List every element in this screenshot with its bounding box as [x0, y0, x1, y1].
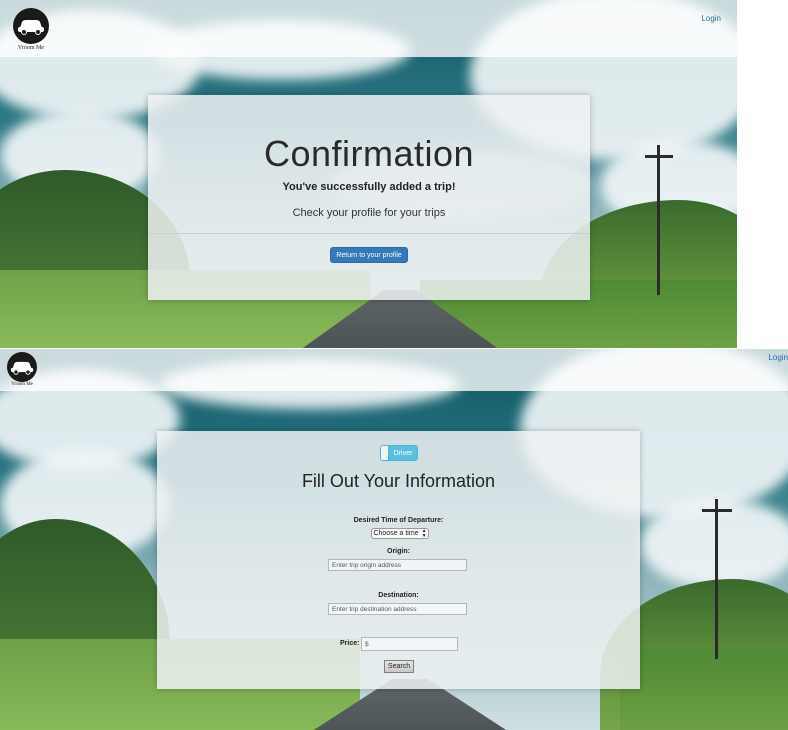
departure-label: Desired Time of Departure:	[353, 517, 444, 524]
toggle-knob	[381, 446, 389, 460]
login-link[interactable]: Login	[768, 353, 788, 362]
divider	[148, 233, 590, 234]
car-icon	[7, 352, 37, 382]
departure-selected-value: Choose a time	[373, 530, 419, 537]
success-message: You've successfully added a trip!	[282, 181, 456, 193]
car-icon	[13, 8, 49, 44]
search-button[interactable]: Search	[384, 660, 414, 673]
page-title: Confirmation	[263, 133, 475, 174]
confirmation-card: Confirmation You've successfully added a…	[148, 95, 590, 300]
trip-form-screen: Vroom Me Login Driver Fill Out Your Info…	[0, 349, 788, 730]
return-to-profile-button[interactable]: Return to your profile	[330, 247, 408, 263]
brand-logo[interactable]: Vroom Me	[7, 352, 37, 387]
destination-label: Destination:	[378, 592, 419, 599]
price-input[interactable]: $	[361, 637, 458, 651]
destination-input[interactable]: Enter trip destination address	[328, 603, 467, 615]
navbar: Vroom Me Login	[0, 349, 788, 391]
driver-toggle[interactable]: Driver	[380, 445, 418, 461]
brand-name: Vroom Me	[11, 382, 33, 387]
price-label: Price:	[340, 640, 360, 647]
origin-input[interactable]: Enter trip origin address	[328, 559, 467, 571]
brand-logo[interactable]: Vroom Me	[13, 8, 49, 51]
profile-hint: Check your profile for your trips	[292, 207, 446, 219]
departure-time-select[interactable]: Choose a time ▲ ▼	[371, 528, 429, 539]
trip-form-card: Driver Fill Out Your Information Desired…	[157, 431, 640, 689]
select-arrows-icon: ▲ ▼	[421, 527, 427, 539]
toggle-label: Driver	[389, 446, 417, 460]
login-link[interactable]: Login	[701, 14, 721, 23]
origin-label: Origin:	[387, 548, 410, 555]
form-title: Fill Out Your Information	[301, 471, 496, 491]
brand-name: Vroom Me	[17, 45, 45, 51]
confirmation-screen: Vroom Me Login Confirmation You've succe…	[0, 0, 737, 348]
navbar: Vroom Me Login	[0, 0, 737, 57]
